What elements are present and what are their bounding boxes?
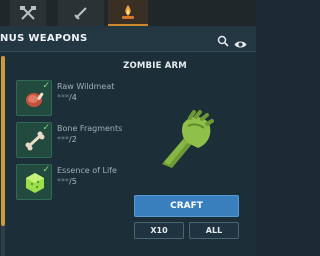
ingredient-name: Essence of Life	[57, 166, 117, 175]
ingredient-slot[interactable]: ✓	[16, 164, 52, 200]
check-icon: ✓	[42, 81, 50, 91]
scrollbar[interactable]	[1, 56, 5, 256]
tab-crossed-axes[interactable]	[10, 0, 46, 26]
ingredient-slot[interactable]: ✓	[16, 80, 52, 116]
craft-x10-button[interactable]: X10	[134, 222, 184, 239]
ingredient-name: Raw Wildmeat	[57, 82, 115, 91]
top-tab-bar	[0, 0, 256, 26]
sword-icon	[74, 7, 87, 20]
campfire-icon	[122, 5, 134, 19]
crossed-axes-icon	[20, 6, 36, 20]
tab-sword[interactable]	[58, 0, 104, 26]
craft-all-button[interactable]: ALL	[189, 222, 239, 239]
tab-campfire[interactable]	[108, 0, 148, 26]
check-icon: ✓	[42, 165, 50, 175]
ingredient-slot[interactable]: ✓	[16, 122, 52, 158]
ingredient-quantity: ***/2	[57, 135, 77, 144]
eye-icon[interactable]	[234, 34, 247, 53]
item-title: ZOMBIE ARM	[123, 61, 187, 71]
ingredient-quantity: ***/4	[57, 93, 77, 102]
craft-button[interactable]: CRAFT	[134, 195, 239, 217]
scroll-thumb[interactable]	[1, 56, 5, 226]
search-icon[interactable]	[217, 32, 229, 51]
item-preview	[150, 104, 220, 178]
check-icon: ✓	[42, 123, 50, 133]
category-header: NUS WEAPONS	[0, 26, 256, 52]
ingredient-name: Bone Fragments	[57, 124, 123, 133]
zombie-arm-icon	[162, 110, 214, 168]
ingredient-quantity: ***/5	[57, 177, 77, 186]
category-title: NUS WEAPONS	[0, 33, 88, 44]
